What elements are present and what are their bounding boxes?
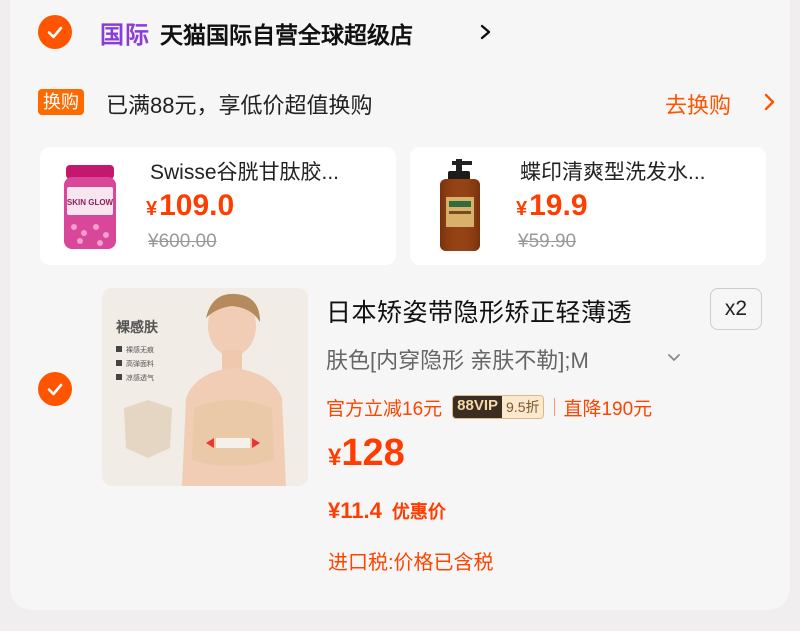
chevron-right-icon[interactable] (762, 90, 778, 114)
vip-badge: 88VIP 9.5折 (452, 395, 545, 419)
item-select-checkbox[interactable] (38, 372, 72, 406)
promotion-tags: 官方立减16元 88VIP 9.5折 直降190元 (326, 393, 652, 421)
deal-price-value: ¥11.4 (328, 498, 382, 523)
chevron-down-icon[interactable] (666, 350, 682, 366)
store-name-link[interactable]: 天猫国际自营全球超级店 (160, 16, 413, 50)
addon-product-image: SKIN GLOW (52, 157, 128, 255)
store-header: 国际 天猫国际自营全球超级店 (10, 8, 790, 56)
store-select-checkbox[interactable] (38, 15, 72, 49)
addon-price: ¥109.0 (146, 189, 234, 223)
currency-symbol: ¥ (328, 444, 342, 471)
price-drop-tag: 直降190元 (563, 398, 653, 420)
addon-product-image (422, 157, 498, 255)
cart-store-card: 国际 天猫国际自营全球超级店 换购 已满88元，享低价超值换购 去换购 SKIN… (10, 0, 790, 610)
currency-symbol: ¥ (516, 198, 528, 220)
checkmark-icon (47, 383, 63, 396)
addon-title: Swisse谷胱甘肽胶... (150, 161, 340, 184)
product-price-value: 128 (341, 432, 405, 474)
addon-price-value: 109.0 (159, 189, 235, 222)
checkmark-icon (47, 26, 63, 39)
addon-original-price: ¥600.00 (148, 231, 217, 252)
product-title[interactable]: 日本矫姿带隐形矫正轻薄透 (326, 293, 632, 329)
vip-rate: 9.5折 (502, 396, 544, 418)
divider (554, 398, 556, 416)
addon-price: ¥19.9 (516, 189, 588, 223)
go-exchange-link[interactable]: 去换购 (665, 88, 731, 120)
addon-product-card[interactable]: SKIN GLOW Swisse谷胱甘肽胶... ¥109.0 ¥600.00 (40, 147, 396, 265)
product-price: ¥128 (328, 432, 405, 475)
product-photo: 裸感肤 裸感无痕 高弹面料 凉感透气 (102, 288, 308, 486)
import-tax-note: 进口税:价格已含税 (328, 552, 494, 574)
image-feature: 凉感透气 (126, 373, 154, 382)
addon-product-card[interactable]: 蝶印清爽型洗发水... ¥19.9 ¥59.90 (410, 147, 766, 265)
addon-price-value: 19.9 (529, 189, 588, 222)
intl-tag: 国际 (100, 22, 150, 49)
sku-selector[interactable]: 肤色[内穿隐形 亲肤不勒];M (326, 343, 589, 375)
addon-image-caption: SKIN GLOW (67, 198, 114, 207)
exchange-promo-bar: 换购 已满88元，享低价超值换购 去换购 (10, 82, 790, 122)
quantity-badge[interactable]: x2 (710, 288, 762, 330)
image-headline: 裸感肤 (116, 319, 159, 335)
addon-original-price: ¥59.90 (518, 231, 577, 252)
product-image[interactable]: 裸感肤 裸感无痕 高弹面料 凉感透气 (102, 288, 308, 486)
exchange-promo-text: 已满88元，享低价超值换购 (106, 93, 373, 118)
chevron-right-icon[interactable] (476, 18, 496, 46)
vip-label: 88VIP (453, 396, 503, 418)
addon-title: 蝶印清爽型洗发水... (520, 161, 706, 184)
deal-price-label: 优惠价 (391, 502, 446, 522)
currency-symbol: ¥ (146, 198, 158, 220)
deal-price: ¥11.4 优惠价 (328, 498, 446, 524)
image-feature: 裸感无痕 (126, 345, 154, 354)
exchange-badge: 换购 (38, 89, 84, 115)
official-discount-tag: 官方立减16元 (326, 398, 443, 420)
image-feature: 高弹面料 (126, 359, 154, 368)
